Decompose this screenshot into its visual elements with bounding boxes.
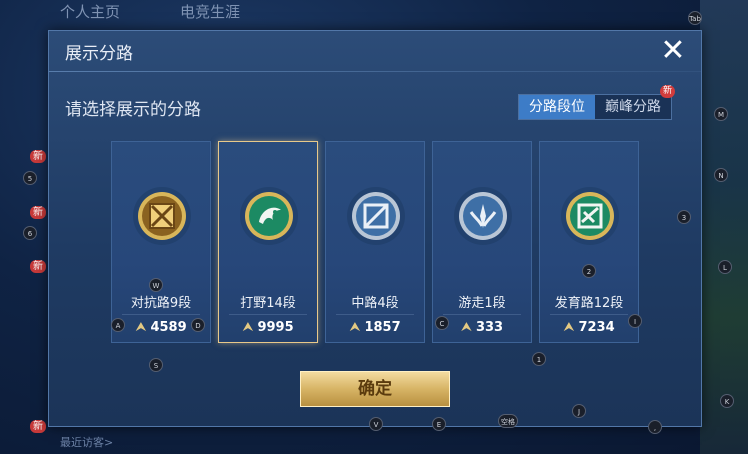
key-hint-w: W (149, 278, 163, 292)
close-icon[interactable]: ✕ (657, 35, 689, 67)
key-hint-i: I (628, 314, 642, 328)
tab-peak-lane[interactable]: 巅峰分路 新 (595, 85, 675, 119)
key-hint-n: N (714, 168, 728, 182)
lane-card-name: 中路4段 (351, 296, 399, 311)
key-hint-d: D (191, 318, 205, 332)
recent-visitors-link[interactable]: 最近访客> (60, 434, 113, 450)
key-hint-l: L (718, 260, 732, 274)
new-badge: 新 (30, 150, 46, 163)
new-badge: 新 (30, 206, 46, 219)
lane-display-dialog: 展示分路 ✕ 请选择展示的分路 分路段位 巅峰分路 新 对抗路9段 ⮝ 4589… (48, 30, 702, 427)
card-divider (122, 314, 200, 315)
rank-up-icon: ⮝ (135, 320, 147, 335)
key-hint-5: 5 (23, 171, 37, 185)
rank-up-icon: ⮝ (563, 320, 575, 335)
lane-card-name: 游走1段 (458, 296, 506, 311)
title-divider (49, 71, 701, 72)
select-lane-prompt: 请选择展示的分路 (65, 100, 201, 120)
tab-lane-rank[interactable]: 分路段位 (519, 95, 595, 119)
rank-up-icon: ⮝ (460, 320, 472, 335)
new-badge: 新 (659, 85, 675, 98)
key-hint-j: J (572, 404, 586, 418)
lane-card-mid[interactable]: 中路4段 ⮝ 1857 (325, 141, 425, 343)
card-divider (443, 314, 521, 315)
card-divider (336, 314, 414, 315)
key-hint-comma: , (648, 420, 662, 434)
lane-card-farm[interactable]: 发育路12段 ⮝ 7234 (539, 141, 639, 343)
bg-tab-esports[interactable]: 电竞生涯 (180, 0, 240, 24)
confirm-button[interactable]: 确定 (300, 371, 450, 407)
background-right-panel (700, 0, 748, 454)
key-hint-3: 3 (677, 210, 691, 224)
dialog-title: 展示分路 (65, 44, 133, 64)
key-hint-tab: Tab (688, 11, 702, 25)
key-hint-1: 1 (532, 352, 546, 366)
key-hint-c: C (435, 316, 449, 330)
lane-card-score: ⮝ 7234 (563, 320, 615, 335)
card-divider (229, 314, 307, 315)
game-screen: 个人主页 电竞生涯 新 新 新 新 最近访客> 展示分路 ✕ 请选择展示的分路 … (0, 0, 748, 454)
key-hint-space: 空格 (498, 414, 518, 428)
lane-mode-segmented-control: 分路段位 巅峰分路 新 (518, 85, 675, 120)
jungle-dragon-emblem-icon (239, 186, 299, 246)
background-sidebar: 新 新 新 新 (0, 40, 46, 454)
farm-lane-emblem-icon (560, 186, 620, 246)
lane-card-name: 对抗路9段 (130, 296, 192, 311)
lane-card-score: ⮝ 9995 (242, 320, 294, 335)
key-hint-6: 6 (23, 226, 37, 240)
key-hint-m: M (714, 107, 728, 121)
lane-card-clash[interactable]: 对抗路9段 ⮝ 4589 (111, 141, 211, 343)
lane-card-jungle[interactable]: 打野14段 ⮝ 9995 (218, 141, 318, 343)
key-hint-v: V (369, 417, 383, 431)
bg-tab-profile[interactable]: 个人主页 (60, 0, 120, 24)
new-badge: 新 (30, 260, 46, 273)
lane-card-roam[interactable]: 游走1段 ⮝ 333 (432, 141, 532, 343)
card-divider (550, 314, 628, 315)
lane-card-score: ⮝ 1857 (349, 320, 401, 335)
new-badge: 新 (30, 420, 46, 433)
lane-card-name: 打野14段 (240, 296, 296, 311)
rank-up-icon: ⮝ (349, 320, 361, 335)
key-hint-a: A (111, 318, 125, 332)
clash-lane-emblem-icon (132, 186, 192, 246)
rank-up-icon: ⮝ (242, 320, 254, 335)
mid-lane-emblem-icon (346, 186, 406, 246)
key-hint-s: S (149, 358, 163, 372)
tab-peak-lane-label: 巅峰分路 (605, 99, 661, 115)
roam-emblem-icon (453, 186, 513, 246)
background-tabs: 个人主页 电竞生涯 (60, 0, 240, 24)
key-hint-e: E (432, 417, 446, 431)
key-hint-2: 2 (582, 264, 596, 278)
lane-card-name: 发育路12段 (554, 296, 624, 311)
key-hint-k: K (720, 394, 734, 408)
